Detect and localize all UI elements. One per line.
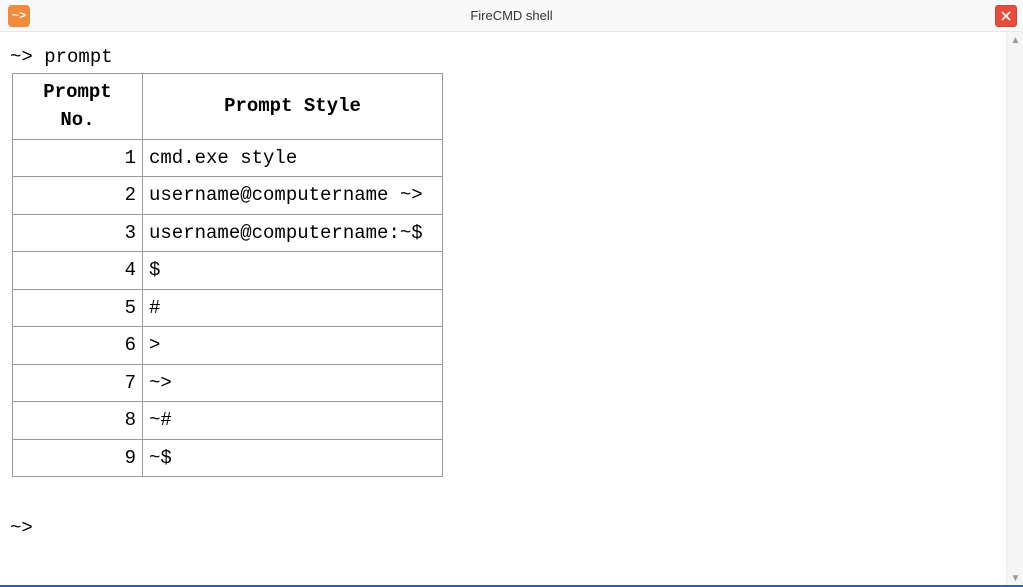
table-row: 6 > bbox=[13, 327, 443, 365]
command-line: ~> prompt bbox=[10, 44, 996, 71]
table-row: 2 username@computername ~> bbox=[13, 177, 443, 215]
cell-style: ~> bbox=[143, 364, 443, 402]
cell-no: 9 bbox=[13, 439, 143, 477]
cell-style: ~# bbox=[143, 402, 443, 440]
cell-no: 7 bbox=[13, 364, 143, 402]
cell-style: > bbox=[143, 327, 443, 365]
cell-no: 2 bbox=[13, 177, 143, 215]
cell-no: 6 bbox=[13, 327, 143, 365]
table-header-row: Prompt No. Prompt Style bbox=[13, 73, 443, 139]
window-title: FireCMD shell bbox=[470, 8, 552, 23]
content-wrapper: ~> prompt Prompt No. Prompt Style 1 cmd.… bbox=[0, 32, 1023, 587]
cell-style: $ bbox=[143, 252, 443, 290]
vertical-scrollbar[interactable]: ▲ ▼ bbox=[1006, 32, 1023, 587]
close-button[interactable] bbox=[995, 5, 1017, 27]
cell-no: 4 bbox=[13, 252, 143, 290]
terminal-area[interactable]: ~> prompt Prompt No. Prompt Style 1 cmd.… bbox=[0, 32, 1006, 587]
table-row: 1 cmd.exe style bbox=[13, 139, 443, 177]
cell-style: cmd.exe style bbox=[143, 139, 443, 177]
cell-no: 5 bbox=[13, 289, 143, 327]
prompt-table: Prompt No. Prompt Style 1 cmd.exe style … bbox=[12, 73, 443, 478]
titlebar: ~> FireCMD shell bbox=[0, 0, 1023, 32]
prompt-line: ~> bbox=[10, 515, 996, 542]
table-row: 3 username@computername:~$ bbox=[13, 214, 443, 252]
cell-style: # bbox=[143, 289, 443, 327]
cell-style: ~$ bbox=[143, 439, 443, 477]
cell-style: username@computername:~$ bbox=[143, 214, 443, 252]
cell-no: 8 bbox=[13, 402, 143, 440]
cell-no: 1 bbox=[13, 139, 143, 177]
cell-style: username@computername ~> bbox=[143, 177, 443, 215]
close-icon bbox=[1001, 11, 1011, 21]
table-row: 5 # bbox=[13, 289, 443, 327]
table-row: 4 $ bbox=[13, 252, 443, 290]
table-row: 9 ~$ bbox=[13, 439, 443, 477]
scroll-up-arrow-icon[interactable]: ▲ bbox=[1007, 32, 1023, 49]
table-header-style: Prompt Style bbox=[143, 73, 443, 139]
table-header-no: Prompt No. bbox=[13, 73, 143, 139]
cell-no: 3 bbox=[13, 214, 143, 252]
app-icon: ~> bbox=[8, 5, 30, 27]
table-row: 8 ~# bbox=[13, 402, 443, 440]
table-row: 7 ~> bbox=[13, 364, 443, 402]
